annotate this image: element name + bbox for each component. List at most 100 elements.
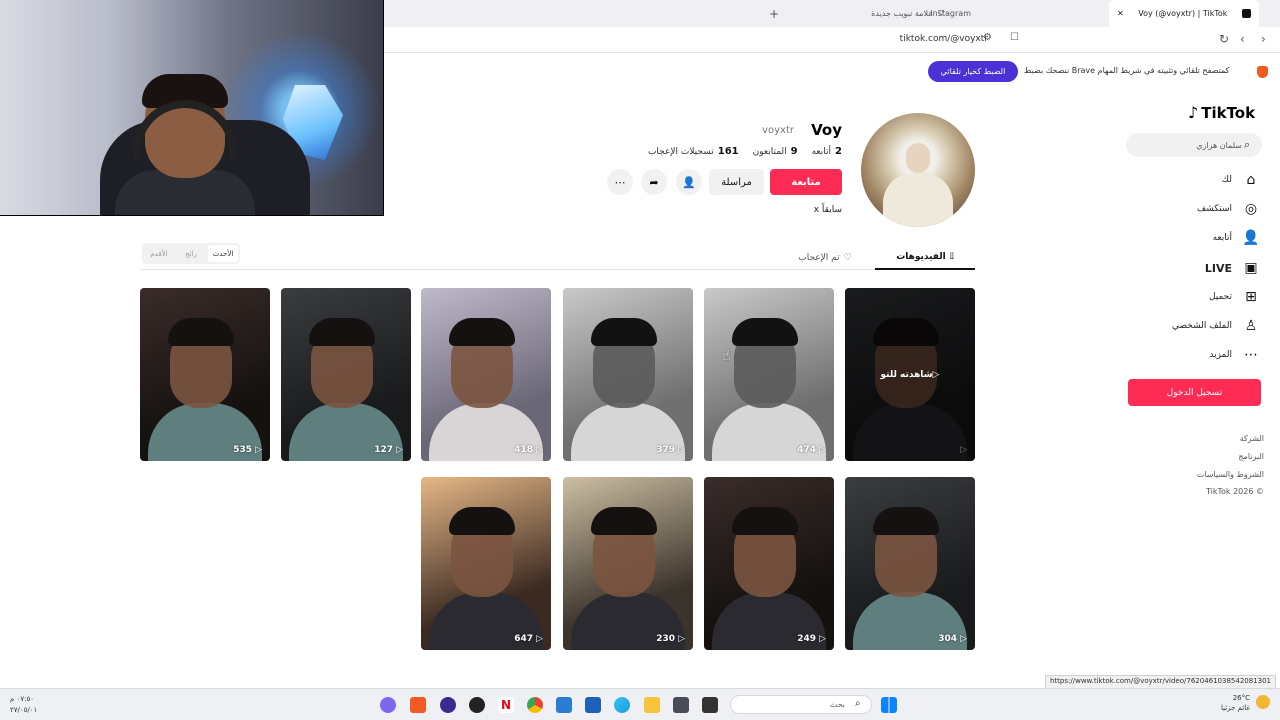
- view-count-value: 249: [797, 634, 817, 644]
- reload-icon[interactable]: ↻: [1219, 32, 1229, 46]
- thumbnail-hair: [591, 507, 657, 535]
- video-card[interactable]: 418 ▷: [421, 288, 551, 461]
- play-icon: ▷: [960, 634, 967, 644]
- view-count: 474 ▷: [797, 445, 826, 455]
- play-icon: ▷: [536, 445, 543, 455]
- thumbnail-hair: [168, 318, 234, 346]
- stat-following[interactable]: 2أتابعه: [812, 146, 842, 157]
- url-text[interactable]: tiktok.com/@voyxtr: [900, 34, 988, 44]
- sidebar-item-more[interactable]: المزيد ⋯: [1209, 345, 1260, 365]
- profile-avatar[interactable]: [861, 113, 975, 227]
- footer-link-program[interactable]: البرنامج: [1238, 452, 1264, 461]
- app-icon[interactable]: [469, 697, 485, 713]
- play-icon: ▷: [678, 445, 685, 455]
- sidebar-item-following[interactable]: أتابعه 👤: [1213, 228, 1260, 248]
- tab-label: تم الإعجاب: [798, 253, 840, 263]
- stat-label: تسجيلات الإعجاب: [647, 147, 714, 157]
- tiktok-note-icon: ♪: [1188, 103, 1199, 122]
- search-icon[interactable]: ⌕: [1244, 138, 1250, 152]
- footer-link-company[interactable]: الشركة: [1240, 434, 1264, 443]
- sidebar-item-explore[interactable]: استكشف ◎: [1197, 199, 1260, 219]
- view-count: 249 ▷: [797, 634, 826, 644]
- taskbar-clock[interactable]: ٠٧:٥٠ م ٢٧/٠٥/٠١: [10, 694, 37, 716]
- browser-tab-new[interactable]: علامة تبويب جديدة ⛉: [854, 0, 944, 27]
- follow-button[interactable]: متابعة: [770, 169, 842, 195]
- display-name: Voy: [811, 121, 842, 139]
- sidebar-item-profile[interactable]: الملف الشخصي ♙: [1172, 316, 1260, 336]
- browser-tab-tiktok[interactable]: ✕ Voy (@voyxtr) | TikTok: [1109, 0, 1259, 27]
- video-card[interactable]: 230 ▷: [563, 477, 693, 650]
- discord-icon[interactable]: [380, 697, 396, 713]
- video-card[interactable]: 647 ▷: [421, 477, 551, 650]
- add-friend-icon[interactable]: 👤: [676, 169, 702, 195]
- video-card[interactable]: 379 ▷: [563, 288, 693, 461]
- store-icon[interactable]: [585, 697, 601, 713]
- site-settings-icon[interactable]: ⚙: [983, 32, 992, 43]
- video-card[interactable]: 304 ▷: [845, 477, 975, 650]
- thumbnail-hair: [732, 507, 798, 535]
- view-count: 535 ▷: [233, 445, 262, 455]
- sidebar-item-live[interactable]: LIVE ▣: [1205, 258, 1260, 278]
- netflix-icon[interactable]: N: [498, 697, 514, 713]
- thumbnail-hair: [591, 318, 657, 346]
- tiktok-logo[interactable]: ♪ TikTok: [1188, 103, 1255, 122]
- more-icon: ⋯: [1244, 347, 1258, 363]
- login-button[interactable]: تسجيل الدخول: [1128, 379, 1261, 406]
- sort-latest[interactable]: الأحدث: [208, 245, 238, 262]
- avatar-robe: [883, 173, 953, 227]
- footer-link-terms[interactable]: الشروط والسياسات: [1197, 470, 1264, 479]
- nvidia-icon[interactable]: [673, 697, 689, 713]
- brave-icon[interactable]: [410, 697, 426, 713]
- view-count-value: 127: [374, 445, 394, 455]
- sort-popular[interactable]: رائج: [176, 245, 206, 262]
- new-tab-button[interactable]: +: [769, 0, 789, 27]
- chrome-icon[interactable]: [527, 697, 543, 713]
- share-icon[interactable]: ➦: [641, 169, 667, 195]
- outlook-icon[interactable]: [556, 697, 572, 713]
- sidebar-item-upload[interactable]: تحميل ⊞: [1209, 287, 1260, 307]
- view-count-value: 535: [233, 445, 253, 455]
- video-card[interactable]: 249 ▷: [704, 477, 834, 650]
- video-card[interactable]: ▷شاهدته للتو ▷: [845, 288, 975, 461]
- sidebar-item-label: الملف الشخصي: [1172, 321, 1232, 331]
- video-card[interactable]: 535 ▷: [140, 288, 270, 461]
- weather-temp: 26°C: [1232, 694, 1250, 702]
- folder-icon[interactable]: [644, 697, 660, 713]
- address-bar[interactable]: [384, 27, 1280, 53]
- taskbar-weather[interactable]: 26°C غائم جزئيا: [1221, 693, 1250, 713]
- video-card[interactable]: 127 ▷: [281, 288, 411, 461]
- play-icon: ▷: [396, 445, 403, 455]
- view-count: 418 ▷: [514, 445, 543, 455]
- tab-videos[interactable]: الفيديوهات ⦙⦙: [875, 246, 975, 270]
- set-default-button[interactable]: الضبط كخيار تلقائي: [928, 61, 1018, 82]
- more-options-icon[interactable]: ⋯: [607, 169, 633, 195]
- browser-tab-instagram[interactable]: Instagram: [930, 0, 1104, 27]
- view-count-value: 647: [514, 634, 534, 644]
- bookmark-icon[interactable]: ☐: [1010, 32, 1019, 43]
- sidebar-item-for-you[interactable]: لك ⌂: [1222, 170, 1260, 190]
- terminal-icon[interactable]: [702, 697, 718, 713]
- sun-cloud-icon: [1256, 695, 1270, 709]
- thumbnail-hair: [449, 318, 515, 346]
- back-icon[interactable]: ‹: [1240, 32, 1245, 46]
- browser-tab-strip: ✕ Voy (@voyxtr) | TikTok Instagram علامة…: [384, 0, 1280, 27]
- mouse-cursor-icon: ☝: [722, 348, 731, 364]
- forward-icon[interactable]: ›: [1261, 32, 1266, 46]
- view-count-value: 418: [514, 445, 534, 455]
- search-input[interactable]: سلمان هزازي: [1126, 133, 1262, 157]
- screen: ✕ Voy (@voyxtr) | TikTok Instagram علامة…: [0, 0, 1280, 720]
- search-icon: ⌕: [855, 698, 861, 709]
- obs-icon[interactable]: [440, 697, 456, 713]
- close-icon[interactable]: ✕: [1117, 9, 1124, 18]
- sidebar-item-label: استكشف: [1196, 204, 1232, 214]
- tab-liked[interactable]: تم الإعجاب ♡: [790, 246, 860, 270]
- video-card[interactable]: 474 ▷: [704, 288, 834, 461]
- view-count: 647 ▷: [514, 634, 543, 644]
- taskbar-search[interactable]: بحث: [730, 695, 872, 714]
- message-button[interactable]: مراسلة: [709, 169, 764, 195]
- edge-icon[interactable]: [614, 697, 630, 713]
- thumbnail-hair: [449, 507, 515, 535]
- windows-start-icon[interactable]: [881, 697, 897, 713]
- sort-oldest[interactable]: الأقدم: [144, 245, 174, 262]
- stat-followers[interactable]: 9المتابعون: [753, 146, 798, 157]
